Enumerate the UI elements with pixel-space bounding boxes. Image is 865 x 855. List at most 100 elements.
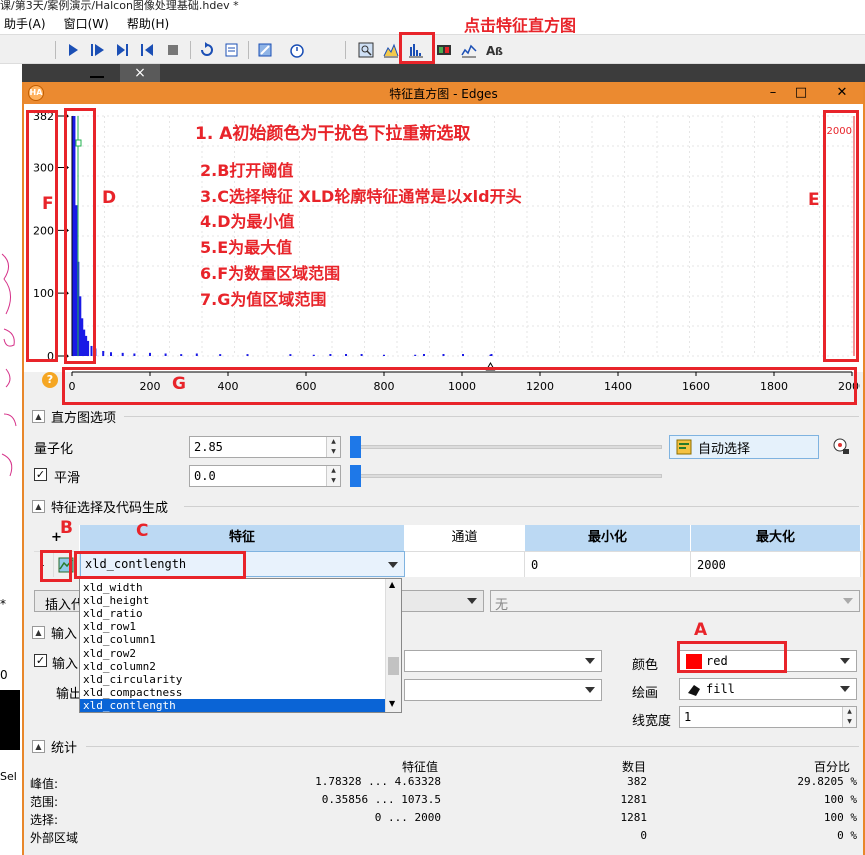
minimize-button[interactable]: – xyxy=(758,82,788,104)
dropdown-item[interactable]: xld_row2 xyxy=(80,647,386,660)
smooth-spinbox[interactable]: 0.0 ▲ ▼ xyxy=(189,465,341,487)
histogram-options-title: 直方图选项 xyxy=(51,410,117,426)
graphics-window-icon[interactable] xyxy=(254,40,276,60)
auto-select-label: 自动选择 xyxy=(698,441,751,457)
smooth-slider-track[interactable] xyxy=(352,474,662,478)
run-icon[interactable] xyxy=(62,40,84,60)
col-header-feature[interactable]: 特征 xyxy=(80,525,405,551)
menu-assistant[interactable]: 助手(A) xyxy=(4,15,46,32)
input-combobox[interactable] xyxy=(404,650,602,672)
scroll-up-icon[interactable]: ▲ xyxy=(389,580,395,589)
stats-header-percent: 百分比 xyxy=(814,760,851,774)
scroll-thumb[interactable] xyxy=(388,657,399,675)
maximize-button[interactable]: □ xyxy=(786,82,816,104)
stats-row-count: 1281 xyxy=(620,811,648,824)
ide-tabbar: × xyxy=(22,64,865,82)
dropdown-item[interactable]: xld_contlength xyxy=(80,698,386,712)
annotation-letter-f: F xyxy=(42,194,54,214)
col-header-max[interactable]: 最大化 xyxy=(691,525,861,551)
stats-section-header[interactable]: ▲ 统计 xyxy=(32,738,77,756)
scroll-down-icon[interactable]: ▼ xyxy=(389,699,395,708)
auto-select-icon xyxy=(676,439,692,455)
dropdown-item[interactable]: xld_height xyxy=(80,594,386,607)
dropdown-item[interactable]: xld_row1 xyxy=(80,620,386,633)
spin-arrows-icon[interactable]: ▲ ▼ xyxy=(326,466,340,486)
stats-row-value: 1.78328 ... 4.63328 xyxy=(315,775,441,788)
max-cell[interactable]: 2000 xyxy=(691,551,861,577)
menu-window[interactable]: 窗口(W) xyxy=(64,15,109,32)
chevron-down-icon[interactable] xyxy=(585,687,595,693)
quantize-spinbox[interactable]: 2.85 ▲ ▼ xyxy=(189,436,341,458)
input-section-header[interactable]: ▲ 输入 xyxy=(32,624,77,642)
annotation-step-6: 6.F为数量区域范围 xyxy=(200,264,341,283)
timer-icon[interactable] xyxy=(286,40,308,60)
chevron-down-icon[interactable] xyxy=(467,598,477,604)
quantize-slider-thumb[interactable] xyxy=(350,436,361,458)
step-out-icon[interactable] xyxy=(137,40,159,60)
feature-inspection-icon[interactable] xyxy=(433,40,455,60)
annotation-letter-b: B xyxy=(60,518,73,538)
histogram-plot[interactable]: 382 300 200 100 0 2000 xyxy=(24,104,863,372)
auto-select-button[interactable]: 自动选择 xyxy=(669,435,819,459)
draw-combobox[interactable]: fill xyxy=(679,678,857,700)
col-header-channel[interactable]: 通道 xyxy=(405,525,525,551)
collapse-icon[interactable]: ▲ xyxy=(32,625,45,639)
annotation-step-3: 3.C选择特征 XLD轮廓特征通常是以xld开头 xyxy=(200,187,522,206)
smooth-checkbox[interactable]: ✓ xyxy=(34,468,47,481)
line-width-spinbox[interactable]: 1 ▲ ▼ xyxy=(679,706,857,728)
svg-text:ß: ß xyxy=(495,45,503,58)
collapse-icon[interactable]: ▲ xyxy=(32,409,45,423)
chevron-down-icon[interactable] xyxy=(388,562,398,568)
stats-row-value: 0.35856 ... 1073.5 xyxy=(321,793,441,806)
close-button[interactable]: ✕ xyxy=(822,82,862,104)
zoom-window-icon[interactable] xyxy=(355,40,377,60)
draw-label: 绘画 xyxy=(632,686,659,701)
step-over-icon[interactable] xyxy=(87,40,109,60)
dropdown-item[interactable]: xld_column2 xyxy=(80,660,386,673)
dropdown-item[interactable]: xld_width xyxy=(80,581,386,594)
tab-minimize-icon[interactable] xyxy=(90,66,104,78)
reset-program-icon[interactable] xyxy=(196,40,218,60)
dropdown-scrollbar[interactable]: ▲ ▼ xyxy=(385,579,401,712)
spin-arrows-icon[interactable]: ▲ ▼ xyxy=(842,707,856,727)
output-combobox[interactable] xyxy=(404,679,602,701)
annotation-step-5: 5.E为最大值 xyxy=(200,238,293,257)
smooth-slider-thumb[interactable] xyxy=(350,465,361,487)
menu-help[interactable]: 帮助(H) xyxy=(127,15,169,32)
feature-section-title: 特征选择及代码生成 xyxy=(51,500,169,516)
dropdown-item[interactable]: xld_circularity xyxy=(80,673,386,686)
program-list-icon[interactable] xyxy=(221,40,243,60)
channel-cell[interactable] xyxy=(405,551,525,577)
line-profile-icon[interactable] xyxy=(458,40,480,60)
feature-section-header[interactable]: ▲ 特征选择及代码生成 xyxy=(32,498,169,516)
tab-close-icon[interactable]: × xyxy=(120,64,160,82)
stats-header-value: 特征值 xyxy=(402,760,439,774)
min-cell[interactable]: 0 xyxy=(525,551,691,577)
dropdown-item[interactable]: xld_ratio xyxy=(80,607,386,620)
settings-inspect-icon[interactable] xyxy=(832,437,850,455)
dropdown-item[interactable]: xld_compactness xyxy=(80,686,386,699)
collapse-icon[interactable]: ▲ xyxy=(32,739,45,753)
stats-row-percent: 100 % xyxy=(823,793,857,806)
chevron-down-icon[interactable] xyxy=(840,686,850,692)
col-header-min[interactable]: 最小化 xyxy=(525,525,691,551)
step-into-icon[interactable] xyxy=(112,40,134,60)
input-checkbox[interactable]: ✓ xyxy=(34,654,47,667)
help-icon[interactable]: ? xyxy=(42,372,58,388)
dialog-titlebar[interactable]: HA 特征直方图 - Edges – □ ✕ xyxy=(24,82,863,104)
histogram-options-header[interactable]: ▲ 直方图选项 xyxy=(32,408,117,426)
spin-arrows-icon[interactable]: ▲ ▼ xyxy=(326,437,340,457)
chevron-down-icon[interactable] xyxy=(843,598,853,604)
chevron-down-icon[interactable] xyxy=(585,658,595,664)
histogram-svg[interactable]: 38230020010002000 xyxy=(24,104,863,372)
chevron-down-icon[interactable] xyxy=(840,658,850,664)
collapse-icon[interactable]: ▲ xyxy=(32,499,45,513)
ocr-icon[interactable]: Aß xyxy=(484,40,506,60)
stop-icon[interactable] xyxy=(162,40,184,60)
quantize-slider-track[interactable] xyxy=(352,445,662,449)
add-feature-button[interactable]: + xyxy=(34,525,80,551)
code-target-combobox[interactable]: 无 xyxy=(490,590,860,613)
feature-dropdown-list[interactable]: xld_width xld_height xld_ratio xld_row1 xld_… xyxy=(79,578,402,713)
bg-zero: 0 xyxy=(0,668,8,682)
dropdown-item[interactable]: xld_column1 xyxy=(80,633,386,646)
